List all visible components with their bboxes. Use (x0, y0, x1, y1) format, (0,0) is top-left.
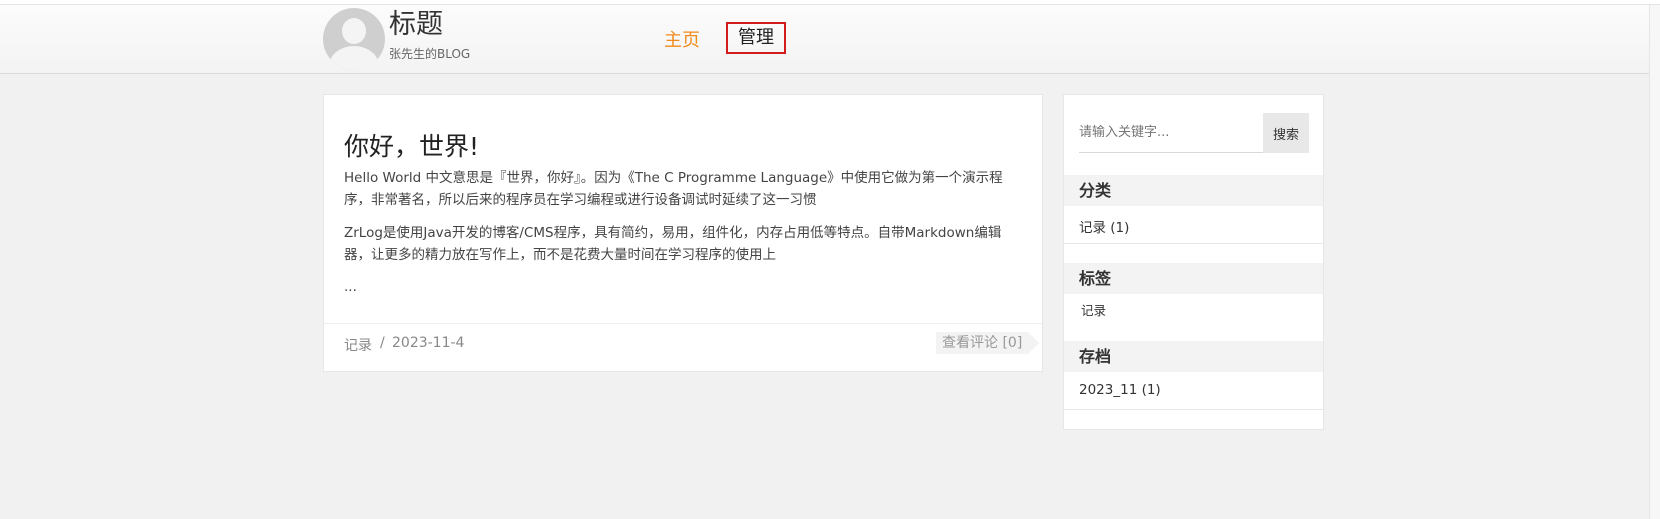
post-title[interactable]: 你好，世界! (344, 127, 479, 163)
search-input[interactable] (1079, 113, 1263, 153)
archives-heading: 存档 (1064, 341, 1323, 372)
post-date: 2023-11-4 (392, 335, 465, 351)
meta-separator: / (380, 335, 385, 351)
nav-admin-link[interactable]: 管理 (726, 22, 786, 54)
sidebar: 搜索 分类 记录 (1) 标签 记录 存档 2023_11 (1) (1063, 94, 1324, 430)
site-subtitle: 张先生的BLOG (389, 47, 471, 61)
post-paragraph: Hello World 中文意思是『世界，你好』。因为《The C Progra… (344, 170, 1003, 208)
post-ellipsis: ... (344, 279, 357, 295)
view-comments-link[interactable]: 查看评论 [0] (936, 332, 1040, 354)
nav-home-link[interactable]: 主页 (664, 26, 700, 52)
search-button[interactable]: 搜索 (1263, 113, 1309, 153)
post-paragraph: ZrLog是使用Java开发的博客/CMS程序，具有简约，易用，组件化，内存占用… (344, 225, 1002, 263)
tags-heading: 标签 (1064, 263, 1323, 294)
divider (1064, 409, 1323, 410)
site-title: 标题 (389, 9, 443, 40)
post-card: 你好，世界! Hello World 中文意思是『世界，你好』。因为《The C… (323, 94, 1043, 372)
site-header: 标题 张先生的BLOG 主页 管理 (0, 5, 1660, 74)
divider (1064, 243, 1323, 244)
user-avatar-icon (323, 8, 385, 70)
page-scrollbar[interactable] (1649, 5, 1660, 519)
post-category-link[interactable]: 记录 (344, 335, 372, 355)
category-item[interactable]: 记录 (1) (1079, 216, 1129, 236)
post-meta: 记录 / 2023-11-4 查看评论 [0] (324, 323, 1042, 373)
tag-item[interactable]: 记录 (1081, 300, 1106, 319)
categories-heading: 分类 (1064, 175, 1323, 206)
archive-item[interactable]: 2023_11 (1) (1079, 382, 1161, 398)
